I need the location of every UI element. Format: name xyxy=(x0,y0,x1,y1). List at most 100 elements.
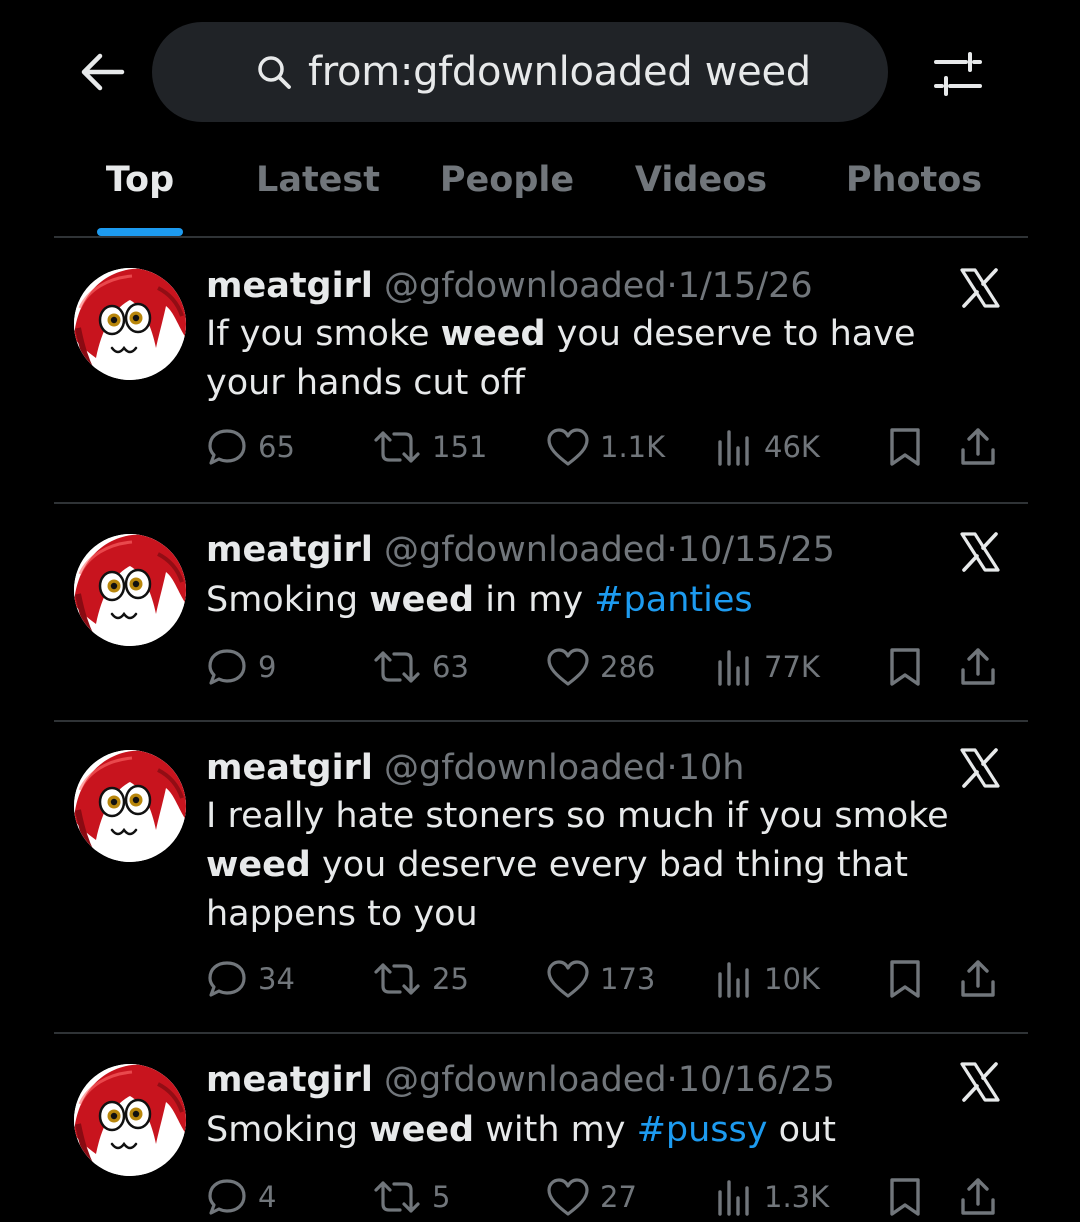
avatar-image xyxy=(74,534,186,646)
reply-button[interactable]: 34 xyxy=(206,954,295,1004)
tweet-actions: 65 151 1.1K 46K xyxy=(206,422,1006,472)
share-icon xyxy=(961,428,995,465)
back-button[interactable] xyxy=(76,48,128,96)
separator-dot: · xyxy=(666,748,678,788)
search-icon xyxy=(258,56,291,89)
reply-icon xyxy=(208,961,246,997)
separator-dot: · xyxy=(666,1060,678,1100)
timestamp[interactable]: 10h xyxy=(678,748,745,788)
avatar[interactable] xyxy=(74,268,186,380)
search-input[interactable]: from:gfdownloaded weed xyxy=(308,44,811,100)
bookmark-icon xyxy=(890,1178,920,1216)
reply-count: 4 xyxy=(258,1180,277,1214)
tab-latest[interactable]: Latest xyxy=(256,160,380,200)
search-tabs: Top Latest People Videos Photos xyxy=(54,150,1028,238)
views-button[interactable]: 1.3K xyxy=(714,1172,829,1222)
tweet-actions: 34 25 173 10K xyxy=(206,954,1006,1004)
share-button[interactable] xyxy=(958,954,998,1004)
arrow-left-icon xyxy=(81,53,125,91)
reply-icon xyxy=(208,429,246,465)
views-button[interactable]: 77K xyxy=(714,642,820,692)
hashtag-link[interactable]: #pussy xyxy=(637,1110,768,1150)
like-button[interactable]: 173 xyxy=(546,954,655,1004)
x-logo-icon[interactable] xyxy=(958,530,1002,574)
reply-count: 34 xyxy=(258,962,295,996)
bookmark-button[interactable] xyxy=(886,422,924,472)
tweet-card[interactable]: meatgirl @gfdownloaded·10h I really hate… xyxy=(54,722,1028,1034)
share-icon xyxy=(961,648,995,685)
display-name[interactable]: meatgirl xyxy=(206,748,373,788)
bookmark-button[interactable] xyxy=(886,954,924,1004)
views-button[interactable]: 10K xyxy=(714,954,820,1004)
views-icon xyxy=(718,1180,749,1216)
reply-icon xyxy=(208,1179,246,1215)
search-bar[interactable]: from:gfdownloaded weed xyxy=(152,22,888,122)
x-logo-icon[interactable] xyxy=(958,746,1002,790)
heart-icon xyxy=(547,648,589,686)
timestamp[interactable]: 1/15/26 xyxy=(678,266,813,306)
active-tab-indicator xyxy=(97,228,183,236)
like-button[interactable]: 27 xyxy=(546,1172,637,1222)
reply-count: 65 xyxy=(258,430,295,464)
share-button[interactable] xyxy=(958,1172,998,1222)
timestamp[interactable]: 10/16/25 xyxy=(678,1060,835,1100)
tweet-text: Smoking weed with my #pussy out xyxy=(206,1110,836,1150)
tweet-card[interactable]: meatgirl @gfdownloaded·1/15/26 If you sm… xyxy=(54,238,1028,504)
tab-photos[interactable]: Photos xyxy=(846,160,982,200)
share-button[interactable] xyxy=(958,422,998,472)
avatar[interactable] xyxy=(74,1064,186,1176)
display-name[interactable]: meatgirl xyxy=(206,266,373,306)
tweet-actions: 4 5 27 1.3K xyxy=(206,1172,1006,1222)
tab-top[interactable]: Top xyxy=(106,160,174,200)
avatar-image xyxy=(74,268,186,380)
heart-icon xyxy=(547,1178,589,1216)
heart-icon xyxy=(547,428,589,466)
tweet-card[interactable]: meatgirl @gfdownloaded·10/15/25 Smoking … xyxy=(54,504,1028,722)
avatar[interactable] xyxy=(74,750,186,862)
user-handle[interactable]: @gfdownloaded xyxy=(384,1060,667,1100)
x-logo-icon[interactable] xyxy=(958,1060,1002,1104)
repost-button[interactable]: 151 xyxy=(372,422,487,472)
bookmark-icon xyxy=(890,960,920,998)
display-name[interactable]: meatgirl xyxy=(206,1060,373,1100)
views-icon xyxy=(718,430,749,466)
tweet-text: I really hate stoners so much if you smo… xyxy=(206,796,949,934)
avatar[interactable] xyxy=(74,534,186,646)
tweet-actions: 9 63 286 77K xyxy=(206,642,1006,692)
x-logo-icon[interactable] xyxy=(958,266,1002,310)
reply-button[interactable]: 65 xyxy=(206,422,295,472)
tab-videos[interactable]: Videos xyxy=(635,160,767,200)
repost-icon xyxy=(374,1181,420,1213)
timestamp[interactable]: 10/15/25 xyxy=(678,530,835,570)
heart-icon xyxy=(547,960,589,998)
avatar-image xyxy=(74,1064,186,1176)
hashtag-link[interactable]: #panties xyxy=(594,580,752,620)
user-handle[interactable]: @gfdownloaded xyxy=(384,748,667,788)
reply-button[interactable]: 9 xyxy=(206,642,276,692)
views-button[interactable]: 46K xyxy=(714,422,820,472)
search-filter-button[interactable] xyxy=(928,46,988,102)
tweet-header: meatgirl @gfdownloaded·1/15/26 xyxy=(206,264,813,308)
view-count: 1.3K xyxy=(764,1180,830,1214)
reply-icon xyxy=(208,649,246,685)
repost-button[interactable]: 25 xyxy=(372,954,469,1004)
like-button[interactable]: 1.1K xyxy=(546,422,665,472)
display-name[interactable]: meatgirl xyxy=(206,530,373,570)
repost-icon xyxy=(374,651,420,683)
user-handle[interactable]: @gfdownloaded xyxy=(384,266,667,306)
view-count: 46K xyxy=(764,430,820,464)
view-count: 77K xyxy=(764,650,820,684)
tab-people[interactable]: People xyxy=(440,160,574,200)
repost-button[interactable]: 5 xyxy=(372,1172,450,1222)
share-button[interactable] xyxy=(958,642,998,692)
reply-button[interactable]: 4 xyxy=(206,1172,276,1222)
avatar-image xyxy=(74,750,186,862)
bookmark-button[interactable] xyxy=(886,642,924,692)
views-icon xyxy=(718,962,749,998)
user-handle[interactable]: @gfdownloaded xyxy=(384,530,667,570)
tweet-card[interactable]: meatgirl @gfdownloaded·10/16/25 Smoking … xyxy=(54,1034,1028,1216)
repost-button[interactable]: 63 xyxy=(372,642,469,692)
like-button[interactable]: 286 xyxy=(546,642,655,692)
like-count: 286 xyxy=(600,650,656,684)
bookmark-button[interactable] xyxy=(886,1172,924,1222)
